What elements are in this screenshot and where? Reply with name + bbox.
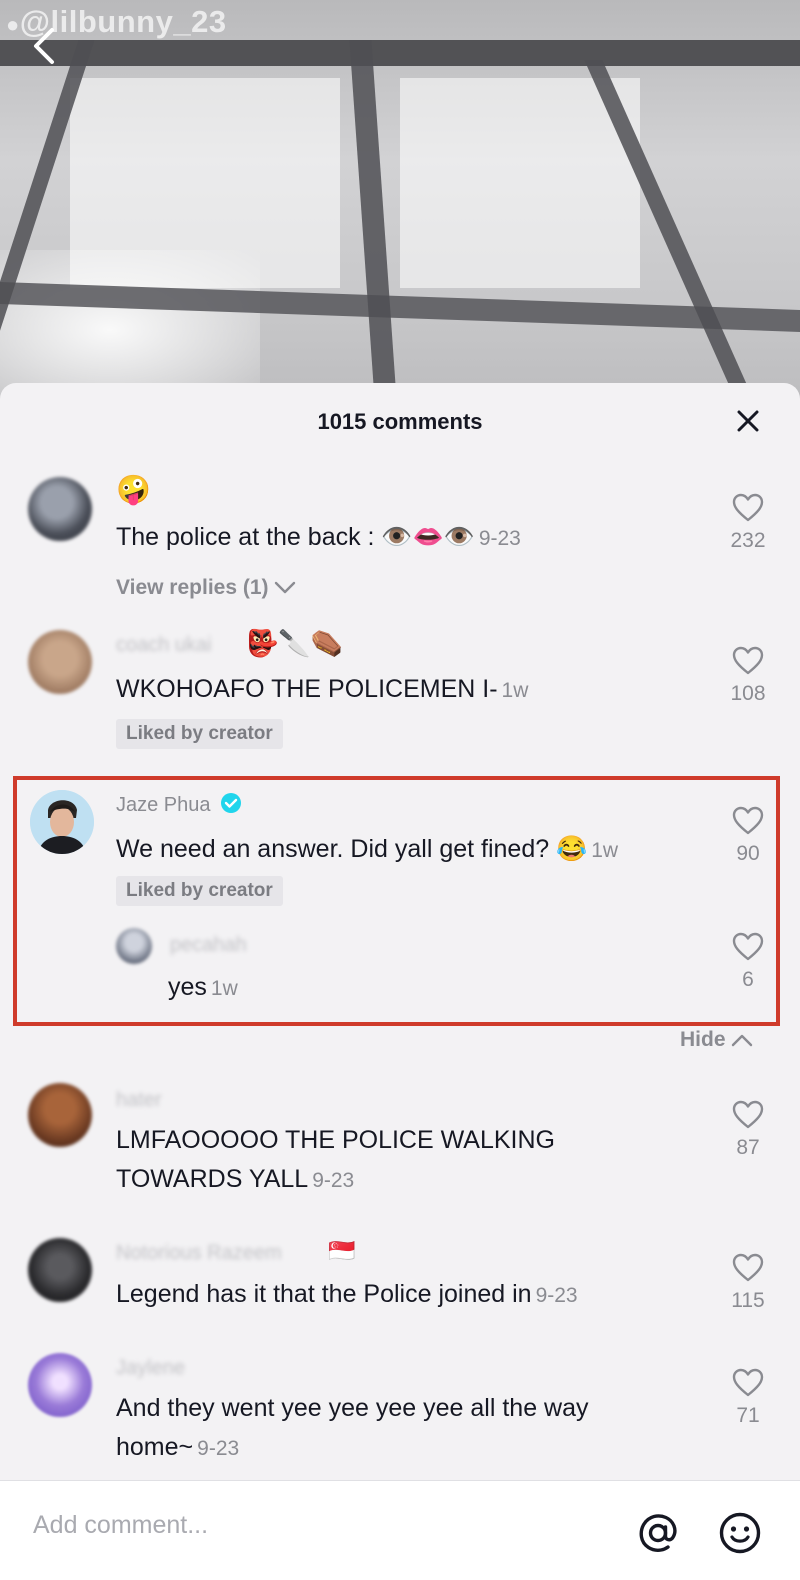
avatar[interactable] xyxy=(30,790,94,854)
like-button[interactable]: 108 xyxy=(726,646,770,706)
like-button[interactable]: 87 xyxy=(726,1100,770,1160)
light-glow xyxy=(0,250,260,400)
hide-replies-button[interactable]: Hide xyxy=(680,1028,753,1052)
like-count: 71 xyxy=(736,1404,760,1427)
username-emoji: 👺🔪⚰️ xyxy=(246,628,344,658)
close-icon xyxy=(737,410,759,432)
username[interactable]: Jaze Phua xyxy=(116,792,242,817)
like-count: 232 xyxy=(730,529,766,552)
back-button[interactable] xyxy=(28,24,64,68)
like-button[interactable]: 90 xyxy=(726,806,770,866)
comment-input-bar xyxy=(0,1480,800,1580)
chevron-down-icon xyxy=(275,582,296,594)
like-count: 115 xyxy=(731,1289,765,1312)
reply-username[interactable]: pecahah xyxy=(170,934,247,957)
comment-text: The police at the back : 👁️👄👁️ 9-23 xyxy=(116,518,696,558)
avatar[interactable] xyxy=(28,1083,92,1147)
username-emoji[interactable]: 🤪 xyxy=(116,473,151,506)
avatar[interactable] xyxy=(28,477,92,541)
comment-text: And they went yee yee yee yee all the wa… xyxy=(116,1389,696,1468)
heart-outline-icon xyxy=(732,1253,764,1282)
like-count: 6 xyxy=(742,968,754,991)
timestamp: 1w xyxy=(210,977,238,1000)
chevron-up-icon xyxy=(732,1035,753,1047)
chevron-left-icon xyxy=(34,28,54,64)
avatar[interactable] xyxy=(28,630,92,694)
comment-text: WKOHOAFO THE POLICEMEN I- 1w xyxy=(116,670,696,710)
username[interactable]: Jaylene xyxy=(116,1357,185,1380)
heart-outline-icon xyxy=(732,646,764,675)
heart-outline-icon xyxy=(732,493,764,522)
username[interactable]: hater xyxy=(116,1089,162,1112)
liked-by-creator-badge: Liked by creator xyxy=(116,719,283,749)
liked-by-creator-badge: Liked by creator xyxy=(116,876,283,906)
heart-outline-icon xyxy=(732,806,764,835)
comments-count-title: 1015 comments xyxy=(317,409,483,434)
heart-outline-icon xyxy=(732,1368,764,1397)
comment-text: LMFAOOOOO THE POLICE WALKING TOWARDS YAL… xyxy=(116,1121,696,1200)
add-comment-input[interactable] xyxy=(33,1511,593,1540)
comment-body: TOWARDS YALL xyxy=(116,1165,309,1193)
like-count: 90 xyxy=(736,842,760,865)
comment-body: The police at the back : 👁️👄👁️ xyxy=(116,523,475,551)
username[interactable]: Notorious Razeem xyxy=(116,1242,282,1265)
timestamp: 1w xyxy=(501,679,529,702)
like-button[interactable]: 115 xyxy=(726,1253,770,1313)
mention-button[interactable] xyxy=(636,1511,678,1553)
comment-text: We need an answer. Did yall get fined? 😂… xyxy=(116,830,696,870)
like-button[interactable]: 71 xyxy=(726,1368,770,1428)
comment-text: Legend has it that the Police joined in 9… xyxy=(116,1275,696,1315)
comment-body: LMFAOOOOO THE POLICE WALKING xyxy=(116,1126,555,1154)
verified-badge-icon xyxy=(221,793,242,813)
ceiling-beam xyxy=(349,40,397,400)
ceiling-panel xyxy=(400,78,640,288)
video-background[interactable]: ●@lilbunny_23 xyxy=(0,0,800,400)
comment-body: We need an answer. Did yall get fined? 😂 xyxy=(116,835,588,863)
avatar-photo xyxy=(30,790,94,854)
reply-avatar[interactable] xyxy=(116,928,152,964)
view-replies-button[interactable]: View replies (1) xyxy=(116,576,296,600)
comments-sheet: 1015 comments 🤪 The police at the back :… xyxy=(0,383,800,1580)
at-sign-icon xyxy=(639,1514,677,1552)
reply-body: yes xyxy=(168,973,207,1001)
reply-text: yes 1w xyxy=(168,968,748,1008)
avatar[interactable] xyxy=(28,1238,92,1302)
heart-outline-icon xyxy=(732,932,764,961)
comment-body: home~ xyxy=(116,1433,194,1461)
ceiling-beam xyxy=(0,40,800,66)
username[interactable]: coach ukai xyxy=(116,634,212,657)
avatar[interactable] xyxy=(28,1353,92,1417)
heart-outline-icon xyxy=(732,1100,764,1129)
like-button[interactable]: 232 xyxy=(726,493,770,553)
reply-like-button[interactable]: 6 xyxy=(726,932,770,992)
smiley-icon xyxy=(719,1512,761,1554)
like-count: 87 xyxy=(736,1136,760,1159)
comment-body: And they went yee yee yee yee all the wa… xyxy=(116,1394,589,1422)
like-count: 108 xyxy=(730,682,766,705)
emoji-button[interactable] xyxy=(718,1511,761,1554)
timestamp: 9-23 xyxy=(478,527,521,550)
timestamp: 9-23 xyxy=(197,1437,240,1460)
timestamp: 1w xyxy=(591,839,619,862)
close-button[interactable] xyxy=(737,410,759,432)
comment-body: WKOHOAFO THE POLICEMEN I- xyxy=(116,675,498,703)
timestamp: 9-23 xyxy=(312,1169,355,1192)
username-emoji: 🇸🇬 xyxy=(328,1238,356,1263)
comment-body: Legend has it that the Police joined in xyxy=(116,1280,532,1308)
user-icon: ● xyxy=(6,12,20,37)
timestamp: 9-23 xyxy=(535,1284,578,1307)
